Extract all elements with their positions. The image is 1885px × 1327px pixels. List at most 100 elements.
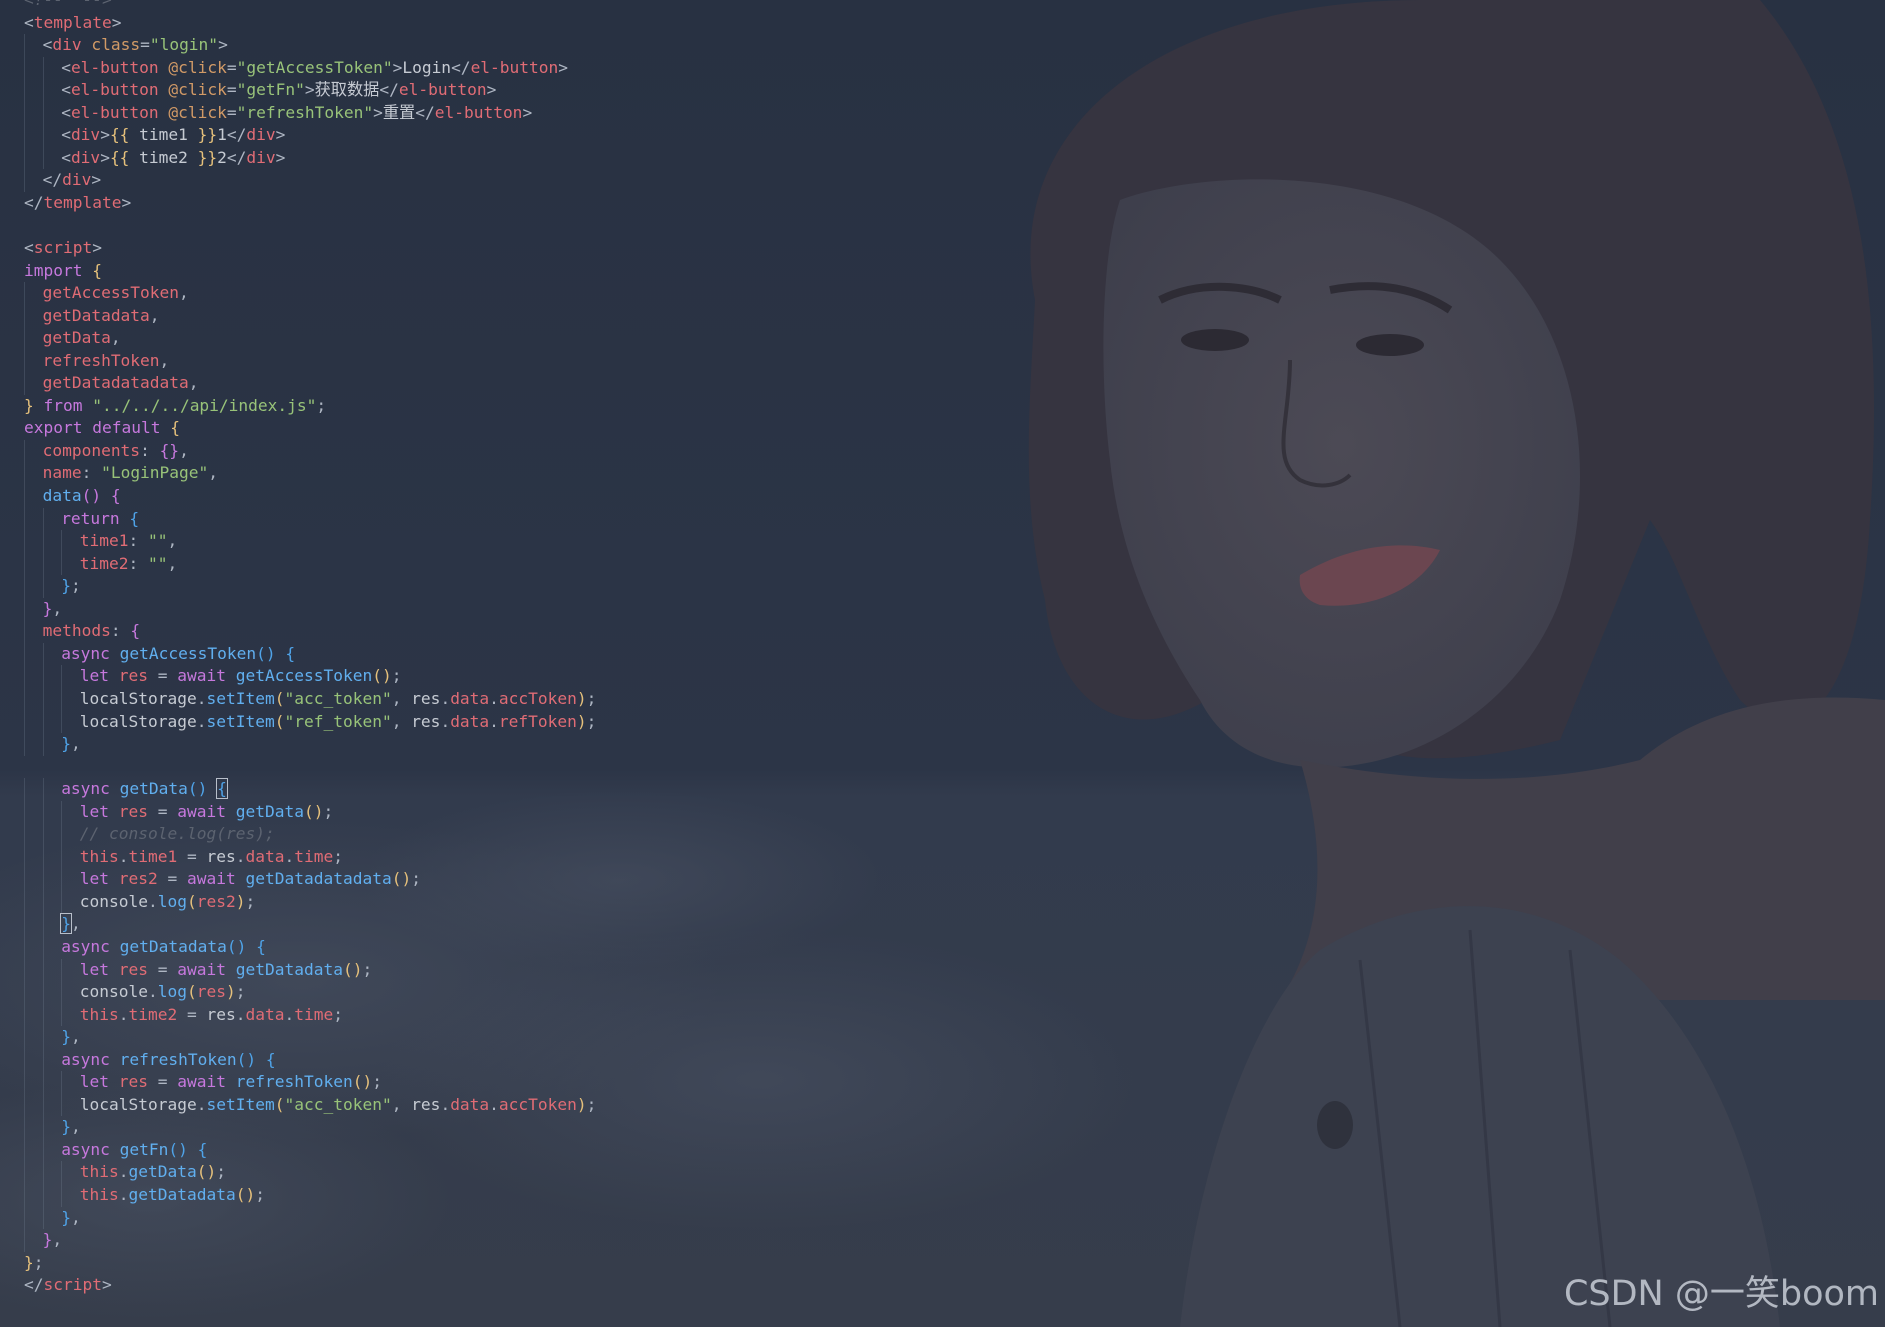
- code-line[interactable]: data() {: [0, 485, 1885, 508]
- code-token: ;: [586, 1094, 597, 1114]
- code-line[interactable]: async refreshToken() {: [0, 1048, 1885, 1072]
- code-token: .: [196, 688, 207, 708]
- code-line[interactable]: },: [0, 913, 1885, 936]
- code-token: return: [61, 508, 120, 528]
- code-line[interactable]: refreshToken,: [0, 349, 1885, 373]
- code-line[interactable]: async getFn() {: [0, 1138, 1885, 1162]
- code-line[interactable]: let res = await getAccessToken();: [0, 665, 1885, 688]
- indent-guide: [61, 665, 63, 688]
- code-line[interactable]: <div>{{ time2 }}2</div>: [0, 146, 1885, 170]
- code-token: ;: [362, 959, 373, 979]
- code-line[interactable]: <div>{{ time1 }}1</div>: [0, 124, 1885, 147]
- indent-guide: [61, 823, 63, 846]
- code-line[interactable]: } from "../../../api/index.js";: [0, 395, 1885, 418]
- code-token: 重置: [382, 102, 416, 122]
- code-line[interactable]: getDatadata,: [0, 304, 1885, 328]
- code-token: ,: [70, 1117, 81, 1137]
- code-line[interactable]: [0, 756, 1885, 779]
- code-line[interactable]: name: "LoginPage",: [0, 462, 1885, 486]
- code-line[interactable]: <el-button @click="getAccessToken">Login…: [0, 56, 1885, 80]
- code-line[interactable]: },: [0, 597, 1885, 621]
- code-token: res: [109, 801, 149, 821]
- indent-guide: [24, 169, 25, 192]
- code-line[interactable]: },: [0, 1229, 1885, 1252]
- code-line[interactable]: <el-button @click="refreshToken">重置</el-…: [0, 101, 1885, 125]
- code-token: ;: [411, 869, 421, 889]
- code-line[interactable]: let res = await refreshToken();: [0, 1071, 1885, 1094]
- code-token: <: [61, 147, 71, 167]
- code-editor[interactable]: <!-- --><template><div class="login"><el…: [0, 0, 1885, 1327]
- code-line[interactable]: time2: "",: [0, 552, 1885, 576]
- code-token: await: [177, 959, 227, 979]
- code-line[interactable]: localStorage.setItem("acc_token", res.da…: [0, 1093, 1885, 1117]
- code-token: (): [391, 869, 412, 889]
- code-line[interactable]: async getDatadata() {: [0, 935, 1885, 959]
- code-token: =: [148, 959, 178, 979]
- code-line[interactable]: import {: [0, 260, 1885, 283]
- code-line[interactable]: methods: {: [0, 620, 1885, 643]
- code-line[interactable]: </template>: [0, 192, 1885, 215]
- indent-guide: [61, 530, 63, 553]
- code-line[interactable]: },: [0, 1206, 1885, 1230]
- code-token: .: [118, 846, 129, 866]
- code-token: name: [42, 463, 82, 483]
- code-line[interactable]: return {: [0, 507, 1885, 531]
- code-token: ): [235, 891, 246, 911]
- indent-guide: [24, 935, 25, 959]
- code-line[interactable]: },: [0, 733, 1885, 756]
- indent-guide: [42, 1206, 44, 1230]
- code-line[interactable]: };: [0, 575, 1885, 598]
- code-line[interactable]: <script>: [0, 237, 1885, 260]
- code-line[interactable]: <el-button @click="getFn">获取数据</el-butto…: [0, 79, 1885, 102]
- code-line[interactable]: this.getData();: [0, 1161, 1885, 1184]
- code-line[interactable]: getDatadatadata,: [0, 372, 1885, 395]
- code-line[interactable]: localStorage.setItem("ref_token", res.da…: [0, 710, 1885, 734]
- code-line[interactable]: let res = await getData();: [0, 800, 1885, 824]
- code-line[interactable]: </div>: [0, 169, 1885, 192]
- code-line[interactable]: localStorage.setItem("acc_token", res.da…: [0, 687, 1885, 711]
- code-line[interactable]: this.time1 = res.data.time;: [0, 845, 1885, 869]
- code-token: .: [284, 846, 295, 866]
- code-line[interactable]: let res = await getDatadata();: [0, 958, 1885, 982]
- code-token: time: [294, 846, 334, 866]
- code-line[interactable]: console.log(res2);: [0, 890, 1885, 914]
- code-line[interactable]: async getData() {: [0, 778, 1885, 801]
- code-token: data: [245, 1004, 285, 1024]
- code-line[interactable]: },: [0, 1026, 1885, 1049]
- code-line[interactable]: <div class="login">: [0, 34, 1885, 57]
- code-line[interactable]: time1: "",: [0, 530, 1885, 553]
- code-line[interactable]: export default {: [0, 417, 1885, 440]
- indent-guide: [42, 958, 44, 982]
- code-token: .: [235, 1004, 246, 1024]
- code-line[interactable]: // console.log(res);: [0, 823, 1885, 846]
- code-lines[interactable]: <!-- --><template><div class="login"><el…: [0, 0, 1885, 1297]
- code-line[interactable]: },: [0, 1116, 1885, 1139]
- code-line[interactable]: <template>: [0, 12, 1885, 35]
- code-line[interactable]: [0, 214, 1885, 237]
- code-line[interactable]: getData,: [0, 327, 1885, 350]
- code-line[interactable]: async getAccessToken() {: [0, 642, 1885, 666]
- code-token: >: [275, 147, 286, 167]
- code-token: =: [140, 35, 150, 55]
- code-line[interactable]: console.log(res);: [0, 981, 1885, 1004]
- code-token: data: [450, 1094, 490, 1114]
- indent-guide: [42, 733, 44, 756]
- code-token: }: [42, 1230, 53, 1250]
- code-line[interactable]: getAccessToken,: [0, 282, 1885, 305]
- code-token: div: [62, 170, 92, 190]
- code-line[interactable]: this.getDatadata();: [0, 1183, 1885, 1207]
- indent-guide: [42, 146, 44, 170]
- code-line[interactable]: <!-- -->: [0, 0, 1885, 12]
- code-line[interactable]: components: {},: [0, 439, 1885, 463]
- indent-guide: [24, 1206, 25, 1230]
- code-line[interactable]: let res2 = await getDatadatadata();: [0, 868, 1885, 891]
- indent-guide: [24, 958, 25, 982]
- code-line[interactable]: this.time2 = res.data.time;: [0, 1003, 1885, 1027]
- code-token: >: [304, 80, 315, 100]
- indent-guide: [42, 1026, 44, 1049]
- code-token: :: [140, 440, 160, 460]
- code-token: .: [440, 711, 451, 731]
- indent-guide: [24, 124, 25, 147]
- code-token: =: [177, 1004, 207, 1024]
